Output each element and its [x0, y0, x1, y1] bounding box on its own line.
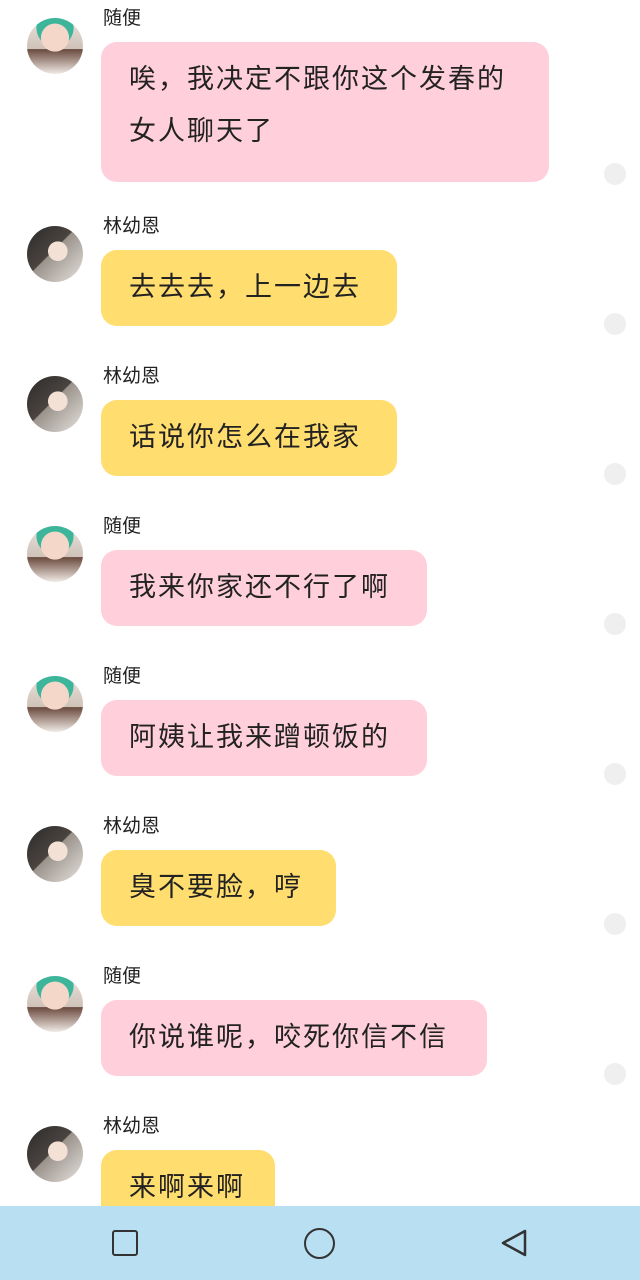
sender-name: 随便 [103, 965, 142, 987]
avatar-suibian[interactable] [27, 18, 83, 74]
avatar-suibian[interactable] [27, 526, 83, 582]
avatar-linyouen[interactable] [27, 1126, 83, 1182]
message-bubble[interactable]: 去去去，上一边去 [101, 250, 397, 326]
back-triangle-icon[interactable] [500, 1228, 530, 1258]
circle-icon[interactable] [304, 1228, 335, 1259]
status-dot [604, 613, 626, 635]
message-bubble[interactable]: 话说你怎么在我家 [101, 400, 397, 476]
message-7: 随便 你说谁呢，咬死你信不信 [0, 964, 640, 1094]
status-dot [604, 313, 626, 335]
sender-name: 林幼恩 [103, 365, 161, 387]
message-line: 来啊来啊 [129, 1172, 245, 1203]
avatar-linyouen[interactable] [27, 376, 83, 432]
message-1: 随便 唉，我决定不跟你这个发春的 女人聊天了 [0, 6, 640, 196]
status-dot [604, 163, 626, 185]
status-dot [604, 763, 626, 785]
message-line: 阿姨让我来蹭顿饭的 [129, 722, 390, 753]
avatar-suibian[interactable] [27, 676, 83, 732]
message-line: 话说你怎么在我家 [129, 422, 361, 453]
message-line: 我来你家还不行了啊 [129, 572, 390, 603]
message-bubble[interactable]: 臭不要脸，哼 [101, 850, 336, 926]
message-line: 你说谁呢，咬死你信不信 [129, 1022, 448, 1053]
message-8: 林幼恩 来啊来啊 [0, 1114, 640, 1206]
chat-feed[interactable]: 随便 唉，我决定不跟你这个发春的 女人聊天了 林幼恩 去去去，上一边去 林幼恩 … [0, 0, 640, 1206]
avatar-linyouen[interactable] [27, 826, 83, 882]
square-icon[interactable] [110, 1228, 140, 1258]
sender-name: 随便 [103, 665, 142, 687]
message-6: 林幼恩 臭不要脸，哼 [0, 814, 640, 944]
status-dot [604, 1063, 626, 1085]
sender-name: 林幼恩 [103, 1115, 161, 1137]
system-nav-bar [0, 1206, 640, 1280]
message-bubble[interactable]: 唉，我决定不跟你这个发春的 女人聊天了 [101, 42, 549, 182]
message-bubble[interactable]: 你说谁呢，咬死你信不信 [101, 1000, 487, 1076]
avatar-suibian[interactable] [27, 976, 83, 1032]
message-line: 女人聊天了 [129, 116, 274, 147]
message-5: 随便 阿姨让我来蹭顿饭的 [0, 664, 640, 794]
message-4: 随便 我来你家还不行了啊 [0, 514, 640, 644]
sender-name: 随便 [103, 7, 142, 29]
sender-name: 随便 [103, 515, 142, 537]
status-dot [604, 913, 626, 935]
message-line: 臭不要脸，哼 [129, 872, 303, 903]
message-bubble[interactable]: 我来你家还不行了啊 [101, 550, 427, 626]
message-line: 去去去，上一边去 [129, 272, 361, 303]
message-line: 唉，我决定不跟你这个发春的 [129, 64, 506, 95]
message-3: 林幼恩 话说你怎么在我家 [0, 364, 640, 494]
message-2: 林幼恩 去去去，上一边去 [0, 214, 640, 344]
message-bubble[interactable]: 阿姨让我来蹭顿饭的 [101, 700, 427, 776]
status-dot [604, 463, 626, 485]
sender-name: 林幼恩 [103, 215, 161, 237]
avatar-linyouen[interactable] [27, 226, 83, 282]
message-bubble[interactable]: 来啊来啊 [101, 1150, 275, 1206]
sender-name: 林幼恩 [103, 815, 161, 837]
